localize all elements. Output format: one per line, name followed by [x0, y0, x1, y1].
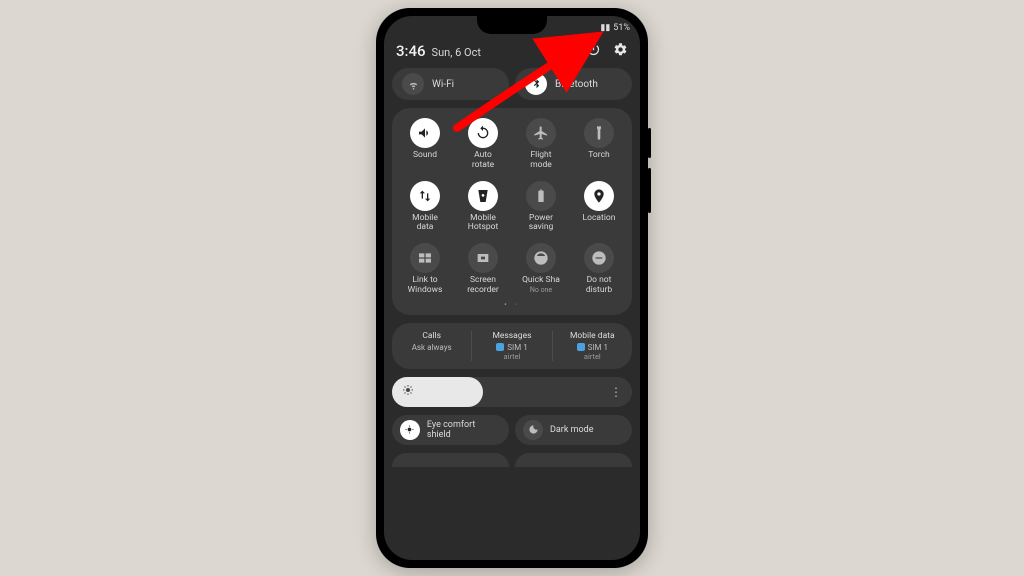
sim-messages[interactable]: Messages SIM 1 airtel	[471, 331, 551, 361]
bluetooth-label: Bluetooth	[555, 79, 598, 90]
sim-calls[interactable]: Calls Ask always	[392, 331, 471, 361]
clock: 3:46	[396, 42, 426, 60]
airplane-icon	[526, 118, 556, 148]
tile-screen-recorder[interactable]: Screenrecorder	[454, 243, 512, 296]
sim-title: Messages	[476, 331, 547, 341]
tile-label: Flightmode	[530, 151, 552, 171]
tile-label: Mobiledata	[412, 214, 438, 234]
display-notch	[477, 16, 547, 34]
sim-carrier: airtel	[557, 352, 628, 361]
edit-icon[interactable]	[559, 42, 574, 60]
location-pin-icon	[584, 181, 614, 211]
tile-label: Autorotate	[472, 151, 494, 171]
moon-icon	[523, 420, 543, 440]
tile-sound[interactable]: Sound	[396, 118, 454, 171]
tile-label: Link toWindows	[408, 276, 443, 296]
date: Sun, 6 Oct	[432, 46, 481, 59]
screen: ▮▮ 51% 3:46 Sun, 6 Oct	[384, 16, 640, 560]
sim-value: SIM 1	[557, 343, 628, 352]
wifi-toggle[interactable]: Wi-Fi	[392, 68, 509, 100]
battery-icon	[526, 181, 556, 211]
tile-torch[interactable]: Torch	[570, 118, 628, 171]
share-icon	[526, 243, 556, 273]
sim-chip-icon	[577, 343, 585, 351]
wifi-label: Wi-Fi	[432, 79, 454, 90]
tile-label: Screenrecorder	[467, 276, 499, 296]
tile-link-to-windows[interactable]: Link toWindows	[396, 243, 454, 296]
tile-label: Powersaving	[529, 214, 554, 234]
torch-icon	[584, 118, 614, 148]
tile-label: Do notdisturb	[586, 276, 612, 296]
tile-auto-rotate[interactable]: Autorotate	[454, 118, 512, 171]
sim-title: Calls	[396, 331, 467, 341]
sun-icon	[402, 384, 414, 399]
sim-panel: Calls Ask always Messages SIM 1 airtel M…	[392, 323, 632, 369]
stage: ▮▮ 51% 3:46 Sun, 6 Oct	[0, 0, 1024, 576]
status-right: ▮▮ 51%	[600, 23, 630, 33]
power-icon[interactable]	[586, 42, 601, 60]
tile-label: Location	[583, 214, 616, 232]
tile-flight-mode[interactable]: Flightmode	[512, 118, 570, 171]
volume-icon	[410, 118, 440, 148]
tile-mobile-data[interactable]: Mobiledata	[396, 181, 454, 234]
tile-label: Quick ShaNo one	[522, 276, 560, 296]
phone-frame: ▮▮ 51% 3:46 Sun, 6 Oct	[376, 8, 648, 568]
data-arrows-icon	[410, 181, 440, 211]
settings-icon[interactable]	[613, 42, 628, 60]
extra-label: Dark mode	[550, 425, 594, 435]
sim-mobile-data[interactable]: Mobile data SIM 1 airtel	[552, 331, 632, 361]
tile-mobile-hotspot[interactable]: MobileHotspot	[454, 181, 512, 234]
qs-header: 3:46 Sun, 6 Oct	[384, 36, 640, 68]
windows-icon	[410, 243, 440, 273]
tile-label: MobileHotspot	[468, 214, 498, 234]
sim-chip-icon	[496, 343, 504, 351]
bluetooth-icon	[525, 73, 547, 95]
tile-label: Sound	[413, 151, 437, 169]
sim-carrier: airtel	[476, 352, 547, 361]
tile-power-saving[interactable]: Powersaving	[512, 181, 570, 234]
signal-icon: ▮▮	[600, 23, 610, 33]
page-indicator[interactable]: • ·	[396, 296, 628, 309]
sim-value: SIM 1	[476, 343, 547, 352]
rotate-icon	[468, 118, 498, 148]
extra-label: Eye comfort shield	[427, 420, 501, 440]
dark-mode-toggle[interactable]: Dark mode	[515, 415, 632, 445]
record-icon	[468, 243, 498, 273]
tile-location[interactable]: Location	[570, 181, 628, 234]
side-button	[648, 128, 651, 158]
sim-title: Mobile data	[557, 331, 628, 341]
panel-peek	[384, 453, 640, 467]
wifi-icon	[402, 73, 424, 95]
tiles-panel: Sound Autorotate Flightmode Torch	[392, 108, 632, 315]
tile-quick-share[interactable]: Quick ShaNo one	[512, 243, 570, 296]
eye-comfort-icon	[400, 420, 420, 440]
sim-value: Ask always	[396, 343, 467, 352]
extras-row: Eye comfort shield Dark mode	[384, 415, 640, 453]
side-button	[648, 168, 651, 213]
battery-text: 51%	[613, 23, 630, 33]
dnd-icon	[584, 243, 614, 273]
tile-do-not-disturb[interactable]: Do notdisturb	[570, 243, 628, 296]
eye-comfort-toggle[interactable]: Eye comfort shield	[392, 415, 509, 445]
tiles-grid: Sound Autorotate Flightmode Torch	[396, 118, 628, 296]
brightness-slider[interactable]: ⋮	[392, 377, 632, 407]
big-toggle-row: Wi-Fi Bluetooth	[384, 68, 640, 108]
hotspot-icon	[468, 181, 498, 211]
clock-date: 3:46 Sun, 6 Oct	[396, 42, 481, 60]
tile-label: Torch	[588, 151, 609, 169]
bluetooth-toggle[interactable]: Bluetooth	[515, 68, 632, 100]
